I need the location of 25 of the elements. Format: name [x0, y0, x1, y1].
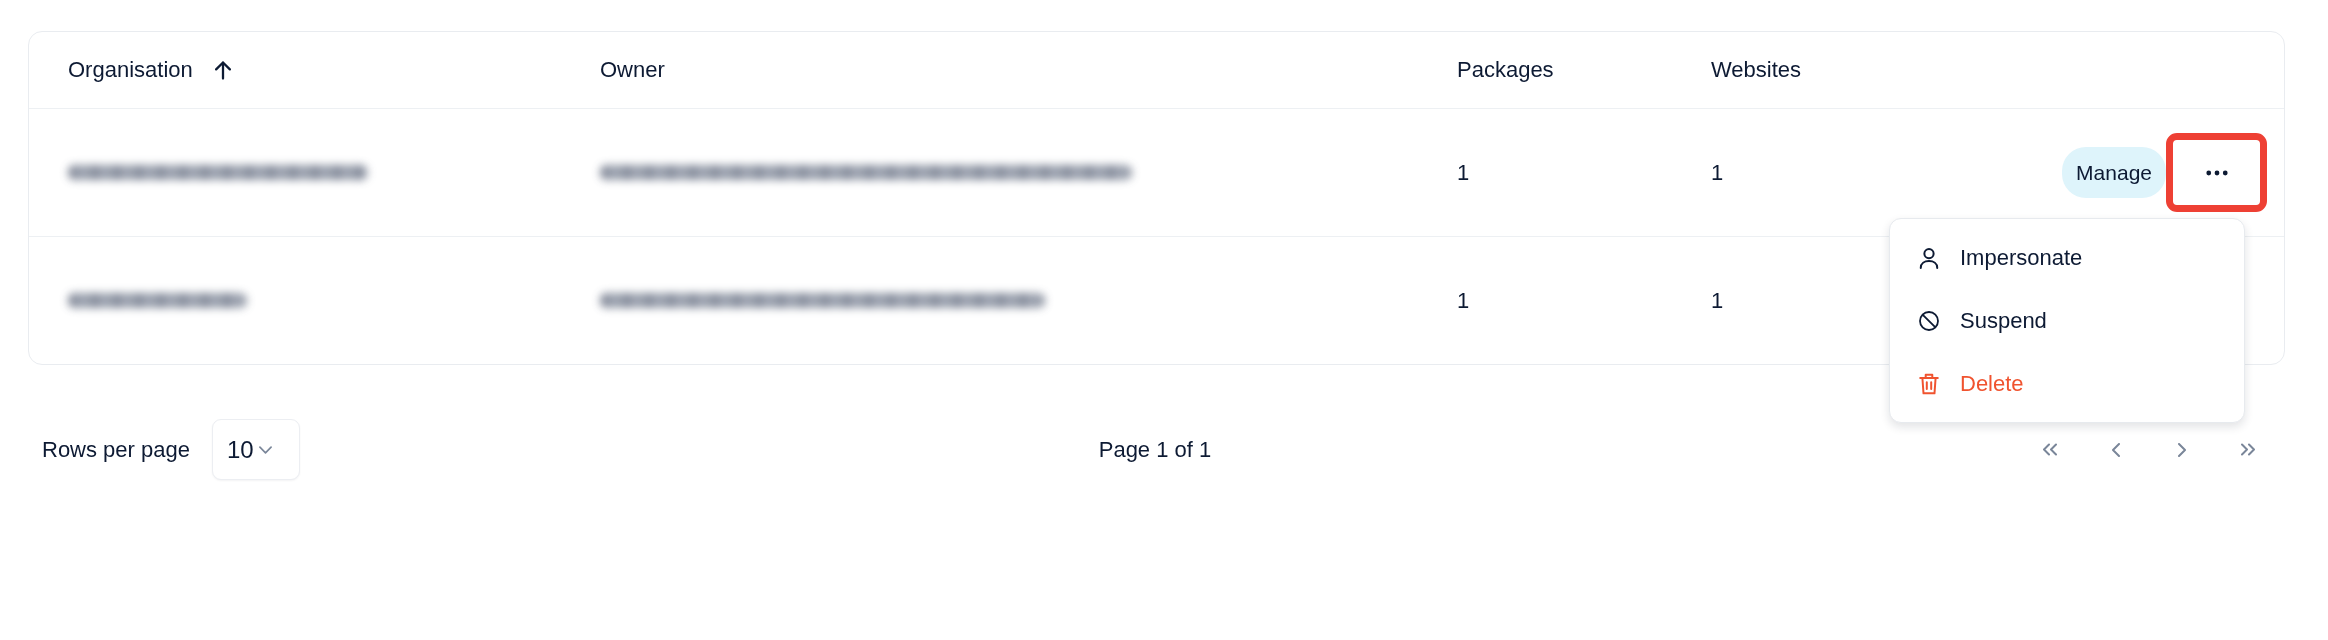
column-header[interactable]: Owner	[600, 57, 665, 83]
menu-item[interactable]: Delete	[1890, 352, 2244, 415]
menu-item[interactable]: Suspend	[1890, 289, 2244, 352]
chevron-left-icon	[2112, 442, 2120, 457]
table-cell: 1	[1457, 159, 1470, 186]
menu-item[interactable]: Impersonate	[1890, 226, 2244, 289]
double-chevron-right-icon	[2241, 443, 2255, 456]
rows-per-page-label: Rows per page	[42, 436, 190, 463]
column-header[interactable]: Websites	[1711, 57, 1802, 83]
person-icon	[1919, 246, 1939, 269]
rows-per-page-select[interactable]: 10	[212, 419, 300, 480]
column-header[interactable]: Organisation	[68, 57, 193, 83]
column-header[interactable]: Packages	[1457, 57, 1554, 83]
table-cell: 1	[1711, 159, 1724, 186]
table-cell: 1	[1711, 287, 1724, 314]
ban-icon	[1919, 309, 1939, 332]
chevron-down-icon	[258, 445, 272, 454]
table-cell: 1	[1457, 287, 1470, 314]
trash-icon	[1919, 372, 1939, 395]
page-indicator: Page 1 of 1	[1098, 436, 1212, 463]
more-icon	[2205, 169, 2228, 176]
double-chevron-left-icon	[2043, 443, 2057, 456]
chevron-right-icon	[2178, 442, 2186, 457]
arrow-up-icon[interactable]	[214, 60, 231, 80]
manage-button[interactable]: Manage	[2062, 147, 2166, 198]
